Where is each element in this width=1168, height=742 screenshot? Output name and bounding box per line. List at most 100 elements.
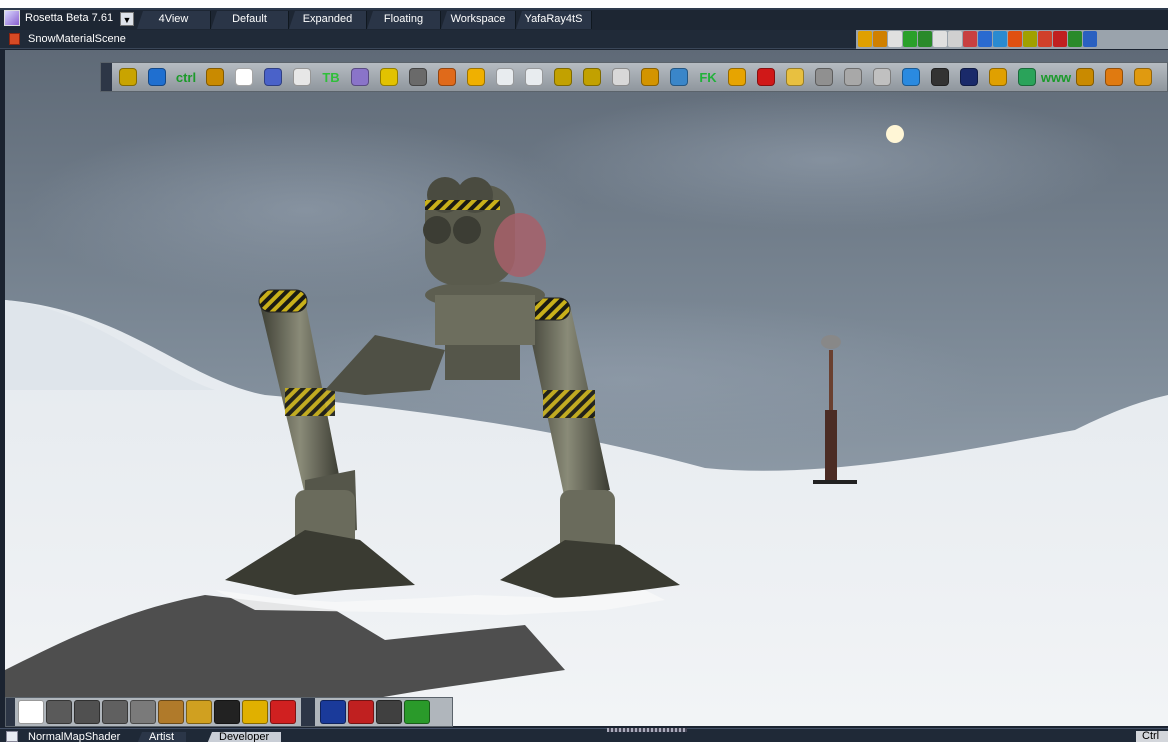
split-rect-icon: [525, 68, 543, 86]
shader-button[interactable]: [289, 65, 315, 89]
toolbox-icon[interactable]: [270, 700, 296, 724]
select-arrow-icon[interactable]: [18, 700, 44, 724]
bone-button[interactable]: [724, 65, 750, 89]
ring-button[interactable]: [637, 65, 663, 89]
brush-icon[interactable]: [1023, 31, 1037, 47]
app-title: Rosetta Beta 7.61: [25, 12, 114, 24]
cursor-button[interactable]: [608, 65, 634, 89]
bricks-icon: [1105, 68, 1123, 86]
hair-icon[interactable]: [158, 700, 184, 724]
sphere-icon[interactable]: [46, 700, 72, 724]
fk-icon: FK: [699, 69, 717, 85]
particles-button[interactable]: [260, 65, 286, 89]
scene-name[interactable]: SnowMaterialScene: [28, 33, 126, 45]
book-button[interactable]: [144, 65, 170, 89]
banana-button[interactable]: [376, 65, 402, 89]
arrow-icon[interactable]: [1068, 31, 1082, 47]
rubik-cube-icon[interactable]: [404, 700, 430, 724]
scissors-icon[interactable]: [320, 700, 346, 724]
ctrl-indicator[interactable]: Ctrl: [1136, 731, 1168, 742]
lasso-icon: [583, 68, 601, 86]
sparkle-icon: [235, 68, 253, 86]
lasso-button[interactable]: [579, 65, 605, 89]
app-logo-icon: [4, 10, 20, 26]
sparkle-button[interactable]: [231, 65, 257, 89]
tab-expanded[interactable]: Expanded: [289, 11, 367, 29]
tab-workspace[interactable]: Workspace: [441, 11, 516, 29]
fk-button[interactable]: FK: [695, 65, 721, 89]
box-icon[interactable]: [74, 700, 100, 724]
wrench-icon[interactable]: [993, 31, 1007, 47]
bone-icon: [728, 68, 746, 86]
tab-default[interactable]: Default: [211, 11, 289, 29]
shader-name[interactable]: NormalMapShader: [28, 731, 120, 742]
dolphin-icon: [670, 68, 688, 86]
toolbar-separator: [301, 698, 315, 726]
unreal-button[interactable]: [956, 65, 982, 89]
checker-icon[interactable]: [963, 31, 977, 47]
link-button[interactable]: [115, 65, 141, 89]
save-button[interactable]: [782, 65, 808, 89]
tab-4view[interactable]: 4View: [137, 11, 211, 29]
torus-button[interactable]: [840, 65, 866, 89]
cross-icon[interactable]: [948, 31, 962, 47]
toolbox-icon[interactable]: [348, 700, 374, 724]
grid-orange-button[interactable]: [434, 65, 460, 89]
close-x-icon[interactable]: [933, 31, 947, 47]
globe-icon: [1018, 68, 1036, 86]
www-button[interactable]: www: [1041, 65, 1071, 89]
dolphin-button[interactable]: [666, 65, 692, 89]
bar-chart-button[interactable]: [898, 65, 924, 89]
globe-button[interactable]: [1014, 65, 1040, 89]
brush-button[interactable]: [202, 65, 228, 89]
tab-yafaray4ts[interactable]: YafaRay4tS: [516, 11, 592, 29]
tab-developer[interactable]: Developer: [207, 732, 282, 742]
frame-button[interactable]: [550, 65, 576, 89]
refresh-icon[interactable]: [918, 31, 932, 47]
lock-button[interactable]: [985, 65, 1011, 89]
pencil-icon[interactable]: [858, 31, 872, 47]
light-button[interactable]: [405, 65, 431, 89]
joint-button[interactable]: [811, 65, 837, 89]
paint-icon[interactable]: [1038, 31, 1052, 47]
cube-dark-button[interactable]: [927, 65, 953, 89]
ring-icon: [641, 68, 659, 86]
add-node-icon[interactable]: [242, 700, 268, 724]
plane-icon[interactable]: [102, 700, 128, 724]
toolbar-grip[interactable]: [6, 698, 15, 726]
donut-button[interactable]: [1130, 65, 1156, 89]
axis-icon[interactable]: [1053, 31, 1067, 47]
fire-icon[interactable]: [1008, 31, 1022, 47]
toolbar-grip[interactable]: [101, 63, 112, 91]
ctrl-icon: ctrl: [175, 69, 197, 85]
grid-yellow-button[interactable]: [463, 65, 489, 89]
cube-icon[interactable]: [978, 31, 992, 47]
layers-button[interactable]: [347, 65, 373, 89]
rotate-icon[interactable]: [873, 31, 887, 47]
chevron-down-icon: ▼: [122, 15, 132, 25]
cylinder-icon[interactable]: [130, 700, 156, 724]
cursor-icon: [612, 68, 630, 86]
torus-icon: [844, 68, 862, 86]
3d-viewport[interactable]: [5, 50, 1168, 726]
tripod-icon[interactable]: [376, 700, 402, 724]
palette-icon[interactable]: [186, 700, 212, 724]
bricks-button[interactable]: [1101, 65, 1127, 89]
rect-button[interactable]: [492, 65, 518, 89]
check-icon[interactable]: [903, 31, 917, 47]
tb-button[interactable]: TB: [318, 65, 344, 89]
scissors-button[interactable]: [869, 65, 895, 89]
axis-button[interactable]: [753, 65, 779, 89]
split-rect-button[interactable]: [521, 65, 547, 89]
tab-floating[interactable]: Floating: [367, 11, 441, 29]
close-x-icon[interactable]: [888, 31, 902, 47]
d3d-button[interactable]: [1072, 65, 1098, 89]
arrow-up-icon[interactable]: [1083, 31, 1097, 47]
tab-artist[interactable]: Artist: [137, 732, 187, 742]
object-toolbar: [5, 697, 453, 727]
ctrl-button[interactable]: ctrl: [173, 65, 199, 89]
workspace-dropdown-button[interactable]: ▼: [120, 12, 134, 26]
book-icon: [148, 68, 166, 86]
resize-handle[interactable]: [607, 728, 687, 732]
ring-black-icon[interactable]: [214, 700, 240, 724]
